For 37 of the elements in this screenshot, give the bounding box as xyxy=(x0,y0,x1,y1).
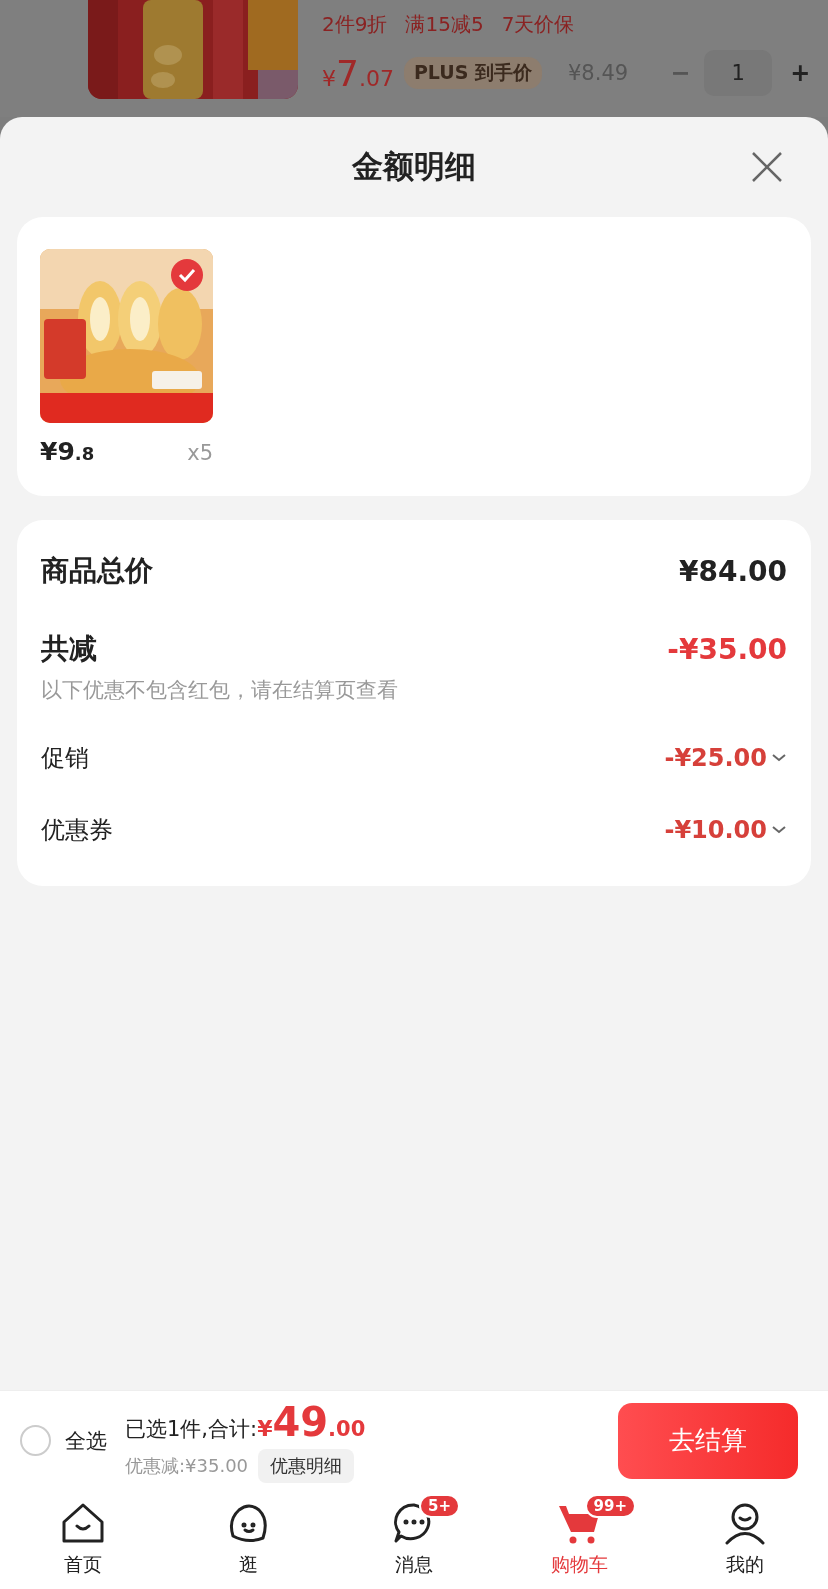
count-badge: 99+ xyxy=(584,1494,637,1518)
discount-label: 优惠券 xyxy=(41,815,113,846)
promo-tag: 7天价保 xyxy=(501,11,575,38)
tab-item[interactable]: 5+ 消息 xyxy=(331,1490,497,1589)
discount-value: -¥25.00 xyxy=(664,744,767,772)
tab-item[interactable]: 99+ 购物车 xyxy=(496,1490,663,1589)
quantity-field[interactable]: 1 xyxy=(704,50,773,96)
discount-note: 以下优惠不包含红包，请在结算页查看 xyxy=(41,677,399,704)
tab-item[interactable]: 我的 xyxy=(662,1490,828,1589)
check-icon[interactable] xyxy=(171,259,203,291)
selected-summary: 已选1件,合计: xyxy=(125,1415,258,1443)
sheet-title: 金额明细 xyxy=(352,147,476,186)
product-quantity: x5 xyxy=(187,441,213,465)
count-badge: 5+ xyxy=(419,1494,460,1518)
total-value: ¥84.00 xyxy=(678,554,787,588)
promo-tag: 满15减5 xyxy=(405,11,484,38)
promo-tag: 2件9折 xyxy=(322,11,388,38)
plus-price-tag: PLUS 到手价 xyxy=(403,57,542,89)
checkout-button[interactable]: 去结算 xyxy=(618,1402,798,1479)
chevron-down-icon[interactable] xyxy=(771,825,787,835)
item-price: ¥7.07 xyxy=(322,52,394,94)
reduction-label: 共减 xyxy=(41,631,97,667)
total-price: ¥49.00 xyxy=(257,1398,366,1445)
tab-item[interactable]: 逛 xyxy=(165,1490,332,1589)
discount-label: 促销 xyxy=(41,743,89,774)
total-label: 商品总价 xyxy=(41,553,153,589)
select-all-radio[interactable] xyxy=(20,1425,51,1456)
select-all-label[interactable]: 全选 xyxy=(65,1426,107,1455)
product-price: ¥9.8 xyxy=(40,437,95,466)
discount-amount: 优惠减:¥35.00 xyxy=(125,1453,249,1478)
details-button[interactable]: 优惠明细 xyxy=(258,1448,355,1483)
reduction-value: -¥35.00 xyxy=(667,632,787,666)
chevron-down-icon[interactable] xyxy=(771,753,787,763)
increase-button[interactable]: + xyxy=(790,59,811,87)
close-icon[interactable] xyxy=(751,151,783,183)
discount-value: -¥10.00 xyxy=(664,816,767,844)
tab-item[interactable]: 首页 xyxy=(0,1490,166,1589)
